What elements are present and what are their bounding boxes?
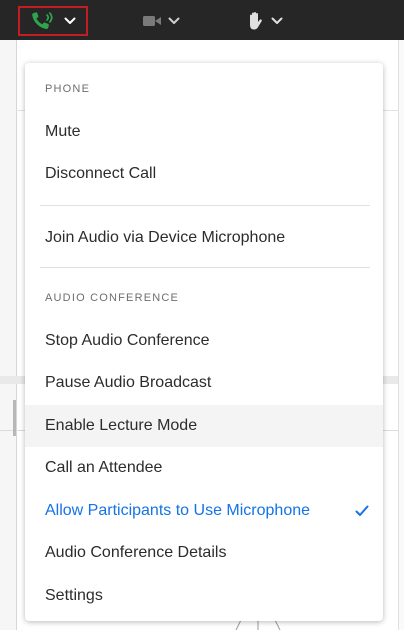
checkmark-icon xyxy=(355,505,369,516)
allow-participants-microphone-menu-item[interactable]: Allow Participants to Use Microphone xyxy=(25,490,383,532)
disconnect-call-menu-item[interactable]: Disconnect Call xyxy=(25,153,383,195)
audio-conference-section-header: AUDIO CONFERENCE xyxy=(45,292,180,304)
meeting-toolbar xyxy=(0,0,404,40)
stop-audio-conference-menu-item[interactable]: Stop Audio Conference xyxy=(25,320,383,362)
pause-audio-broadcast-menu-item[interactable]: Pause Audio Broadcast xyxy=(25,362,383,404)
audio-dropdown-menu: PHONE Mute Disconnect Call Join Audio vi… xyxy=(25,63,383,621)
enable-lecture-mode-menu-item[interactable]: Enable Lecture Mode xyxy=(25,405,383,447)
audio-button[interactable] xyxy=(18,6,88,36)
phone-audio-icon xyxy=(32,12,53,30)
camera-icon xyxy=(143,16,161,26)
menu-divider xyxy=(40,205,370,206)
audio-conference-details-menu-item[interactable]: Audio Conference Details xyxy=(25,532,383,574)
menu-divider xyxy=(40,267,370,268)
chevron-down-icon xyxy=(168,17,180,24)
mute-menu-item[interactable]: Mute xyxy=(25,111,383,153)
camera-button[interactable] xyxy=(134,6,188,36)
chevron-down-icon xyxy=(271,17,283,24)
phone-section-header: PHONE xyxy=(45,83,91,95)
join-audio-device-mic-menu-item[interactable]: Join Audio via Device Microphone xyxy=(25,217,383,259)
allow-participants-microphone-label: Allow Participants to Use Microphone xyxy=(45,502,311,519)
background-left-marker xyxy=(13,400,16,436)
raise-hand-icon xyxy=(250,12,262,30)
chevron-down-icon xyxy=(64,17,76,24)
settings-menu-item[interactable]: Settings xyxy=(25,575,383,617)
raise-hand-button[interactable] xyxy=(236,6,292,36)
call-attendee-menu-item[interactable]: Call an Attendee xyxy=(25,447,383,489)
background-scrollbar[interactable] xyxy=(398,40,404,630)
